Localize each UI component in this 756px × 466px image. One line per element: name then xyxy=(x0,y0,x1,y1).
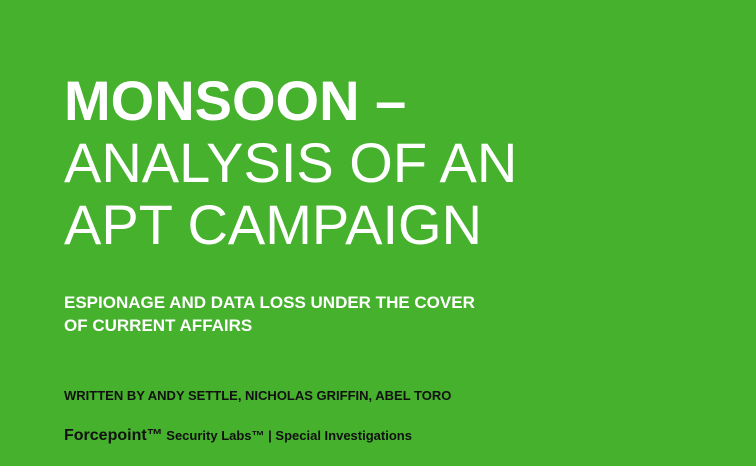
report-subtitle: ESPIONAGE AND DATA LOSS UNDER THE COVER … xyxy=(64,291,475,337)
title-line-1: MONSOON – xyxy=(64,69,407,132)
title-line-3: APT CAMPAIGN xyxy=(64,193,483,256)
publisher-footer: Forcepoint™ Security Labs™ | Special Inv… xyxy=(64,427,412,445)
subtitle-line-2: OF CURRENT AFFAIRS xyxy=(64,316,253,335)
subtitle-line-1: ESPIONAGE AND DATA LOSS UNDER THE COVER xyxy=(64,293,475,312)
publisher-division: Security Labs™ | Special Investigations xyxy=(162,428,412,443)
report-cover: MONSOON – ANALYSIS OF AN APT CAMPAIGN ES… xyxy=(0,0,756,466)
report-title: MONSOON – ANALYSIS OF AN APT CAMPAIGN xyxy=(64,70,517,256)
authors-line: WRITTEN BY ANDY SETTLE, NICHOLAS GRIFFIN… xyxy=(64,388,452,403)
title-line-2: ANALYSIS OF AN xyxy=(64,131,518,194)
forcepoint-brand: Forcepoint™ xyxy=(64,427,163,444)
